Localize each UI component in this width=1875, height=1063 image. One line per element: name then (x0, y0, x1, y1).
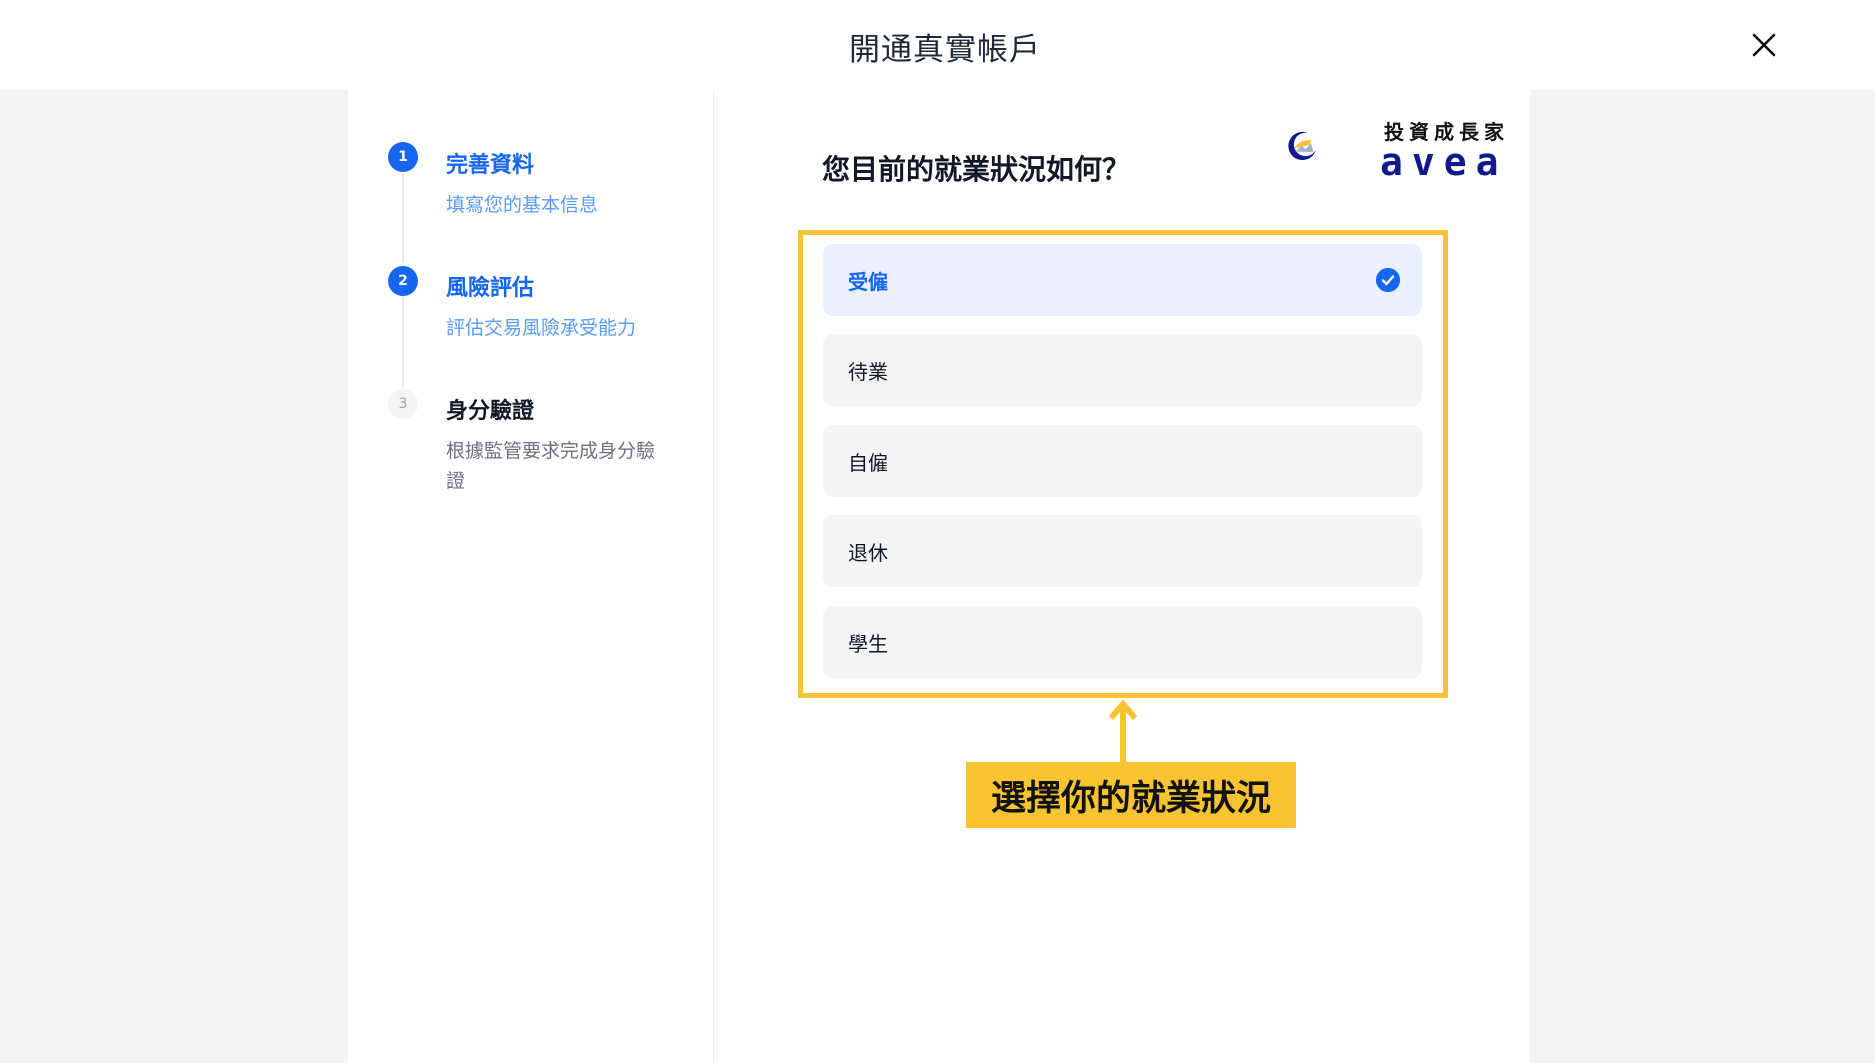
option-self-employed[interactable]: 自僱 (823, 425, 1422, 497)
step-3-description: 根據監管要求完成身分驗證 (446, 440, 656, 492)
step-connector (402, 173, 404, 263)
step-2-indicator: 2 (388, 266, 418, 296)
close-icon[interactable] (1745, 26, 1783, 64)
step-3-title: 身分驗證 (446, 399, 535, 424)
top-bar: 開通真實帳戶 (0, 0, 1875, 90)
option-student[interactable]: 學生 (823, 606, 1422, 678)
option-unemployed[interactable]: 待業 (823, 334, 1422, 406)
option-label: 待業 (848, 359, 888, 384)
logo-emblem (1288, 131, 1318, 161)
check-icon (1376, 268, 1400, 292)
step-2-description: 評估交易風險承受能力 (446, 317, 637, 339)
option-label: 受僱 (848, 269, 888, 294)
option-employed[interactable]: 受僱 (823, 244, 1422, 316)
panel-divider (713, 90, 714, 1063)
step-1-indicator: 1 (388, 142, 418, 172)
step-1-description: 填寫您的基本信息 (446, 194, 599, 216)
annotation-label: 選擇你的就業狀況 (966, 762, 1296, 828)
step-connector (402, 296, 404, 388)
logo-english-name: avea (1380, 140, 1508, 184)
option-label: 自僱 (848, 450, 888, 475)
step-1-title: 完善資料 (446, 153, 535, 178)
option-label: 學生 (848, 631, 888, 656)
option-label: 退休 (848, 540, 888, 565)
step-2-title: 風險評估 (446, 276, 535, 301)
window-title: 開通真實帳戶 (849, 32, 1041, 68)
option-retired[interactable]: 退休 (823, 515, 1422, 587)
question-title: 您目前的就業狀況如何？ (822, 153, 1131, 186)
annotation-arrow-icon (1108, 700, 1138, 764)
step-3-indicator: 3 (388, 389, 418, 419)
